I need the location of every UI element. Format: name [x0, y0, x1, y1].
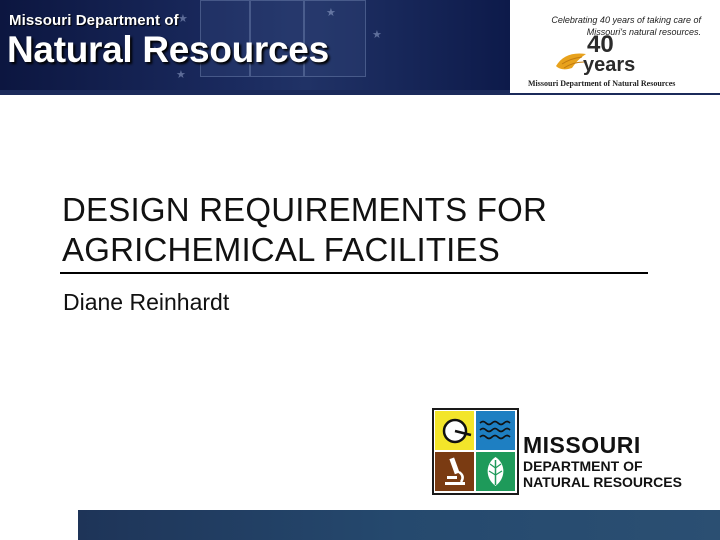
- logo-line-2: DEPARTMENT OF: [523, 458, 643, 474]
- banner-org-big: Natural Resources: [7, 29, 329, 70]
- dnr-logo-text: MISSOURI DEPARTMENT OF NATURAL RESOURCES: [523, 433, 682, 490]
- star-icon: ★: [372, 29, 382, 41]
- header-banner: ★ ★ ★ ★ ★ Missouri Department of Natural…: [0, 0, 720, 95]
- anniversary-badge: Celebrating 40 years of taking care of M…: [510, 0, 720, 93]
- slide-title-line-1: DESIGN REQUIREMENTS FOR: [62, 191, 547, 228]
- leaf-icon: [476, 452, 515, 491]
- sun-landscape-icon: [435, 411, 474, 450]
- star-icon: ★: [176, 69, 186, 81]
- slide-title-line-2: AGRICHEMICAL FACILITIES: [62, 231, 500, 268]
- slide-title: DESIGN REQUIREMENTS FOR AGRICHEMICAL FAC…: [62, 190, 662, 270]
- anniversary-number: 40: [587, 31, 614, 58]
- star-icon: ★: [178, 13, 188, 25]
- logo-line-3: NATURAL RESOURCES: [523, 474, 682, 490]
- water-waves-icon: [476, 411, 515, 450]
- microscope-icon: [435, 452, 474, 491]
- title-divider: [60, 272, 648, 274]
- anniversary-footer: Missouri Department of Natural Resources: [528, 79, 676, 88]
- star-icon: ★: [326, 7, 336, 19]
- footer-bar: [78, 510, 720, 540]
- presenter-name: Diane Reinhardt: [63, 289, 230, 315]
- logo-line-1: MISSOURI: [523, 432, 641, 458]
- anniversary-years: years: [583, 54, 636, 76]
- dnr-logo-mark: [432, 408, 519, 495]
- banner-org-small: Missouri Department of: [9, 12, 179, 29]
